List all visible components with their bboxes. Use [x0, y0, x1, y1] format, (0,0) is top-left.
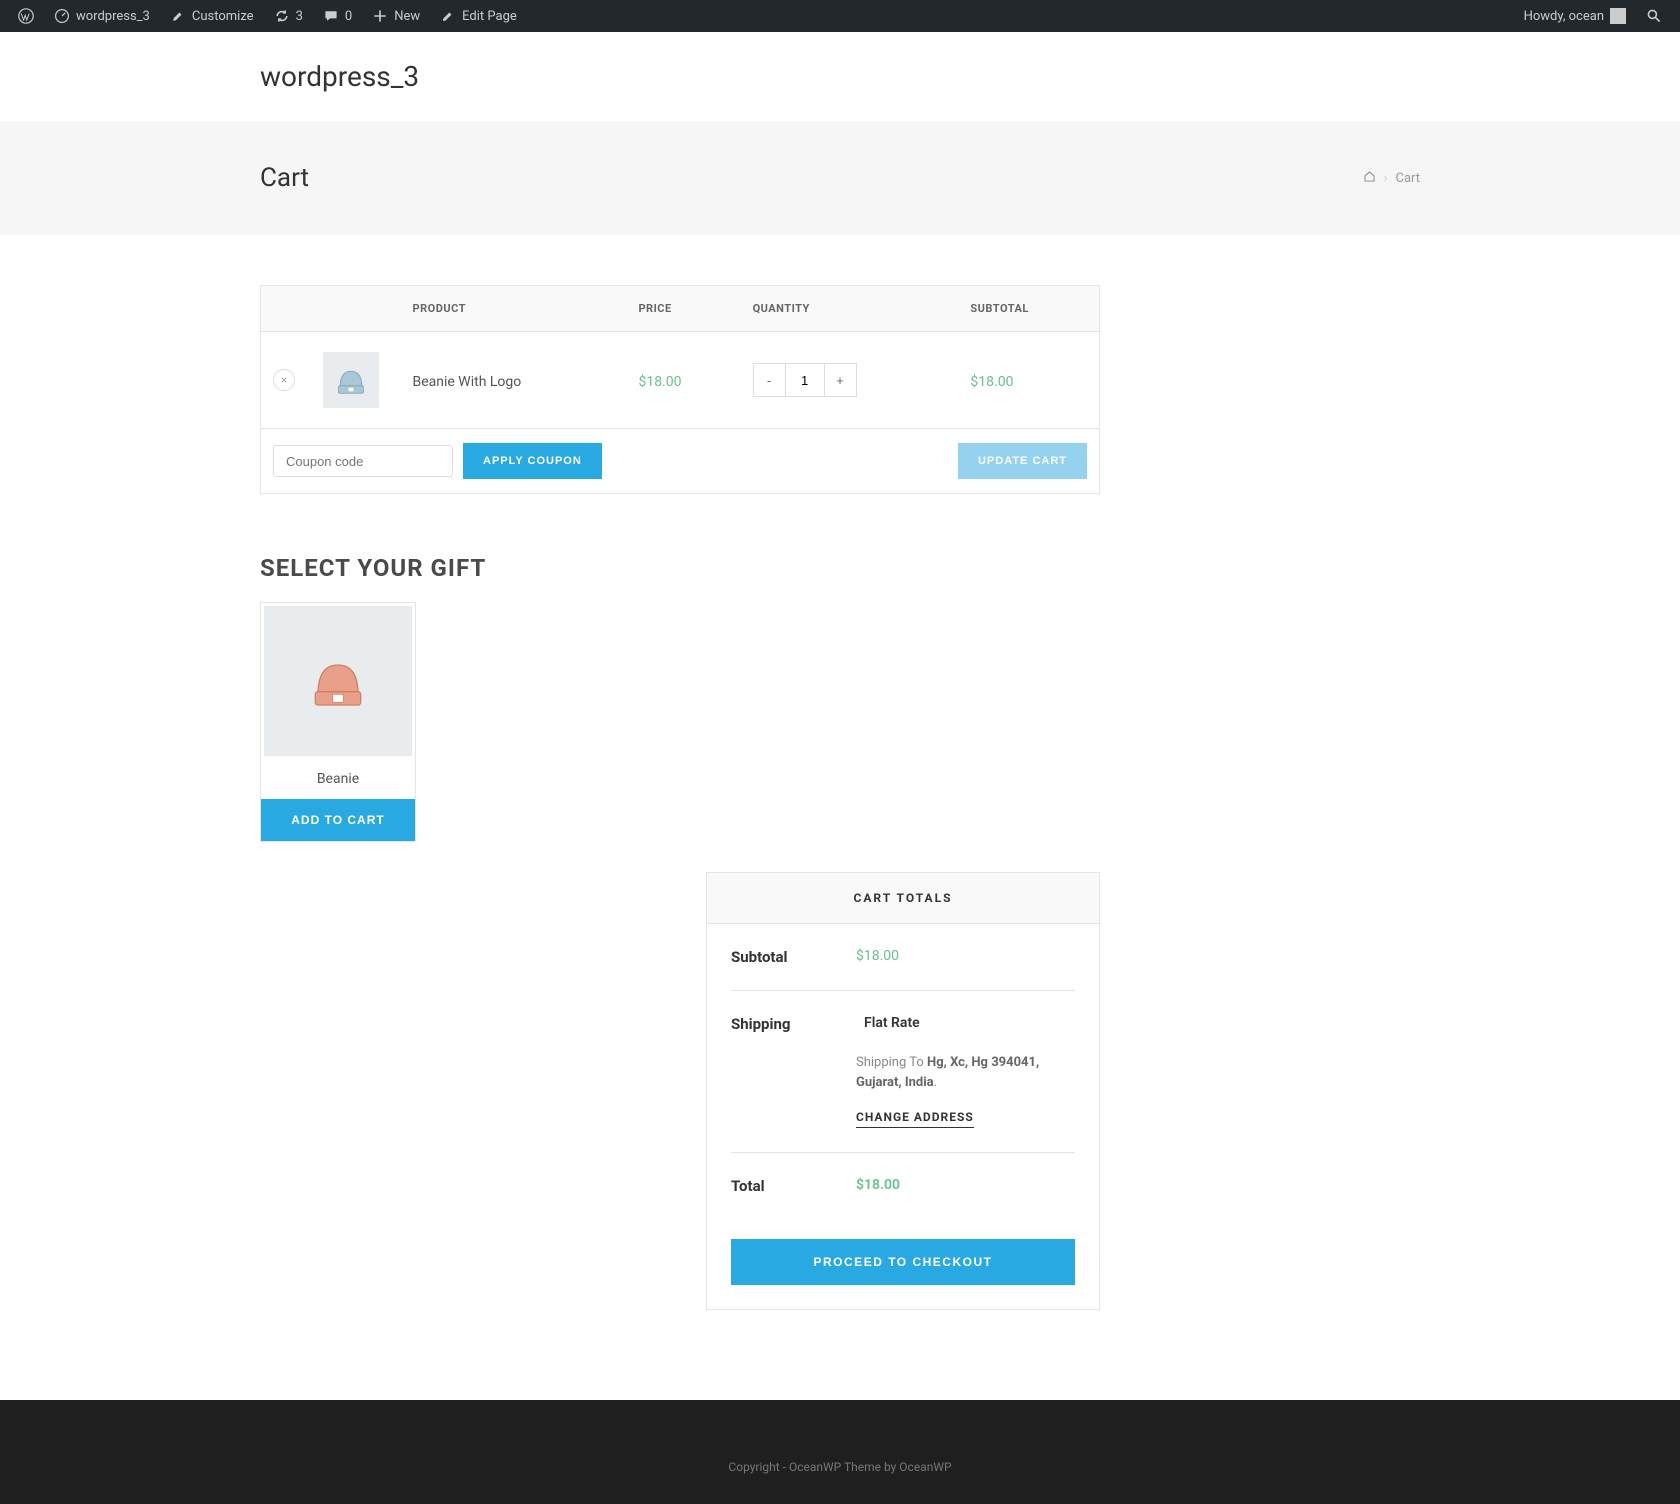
gift-product-name[interactable]: Beanie: [261, 759, 415, 799]
admin-search[interactable]: [1636, 0, 1672, 32]
shipping-method: Flat Rate: [856, 1015, 1075, 1031]
home-icon: [1363, 172, 1376, 187]
beanie-icon: [329, 358, 373, 402]
apply-coupon-button[interactable]: APPLY COUPON: [463, 443, 602, 479]
qty-increase-button[interactable]: +: [824, 364, 856, 396]
cart-table: PRODUCT PRICE QUANTITY SUBTOTAL ×: [260, 285, 1100, 494]
th-quantity: QUANTITY: [741, 286, 959, 332]
proceed-to-checkout-button[interactable]: PROCEED TO CHECKOUT: [731, 1239, 1075, 1285]
breadcrumb-sep: ›: [1384, 171, 1388, 186]
avatar: [1610, 8, 1626, 24]
admin-customize[interactable]: Customize: [160, 0, 264, 32]
footer-copyright: Copyright - OceanWP Theme by OceanWP: [0, 1460, 1680, 1474]
quantity-stepper: - +: [753, 363, 857, 397]
admin-updates-count: 3: [296, 9, 303, 24]
admin-new-label: New: [394, 9, 420, 24]
beanie-icon: [298, 641, 378, 721]
admin-user-menu[interactable]: Howdy, ocean: [1514, 0, 1636, 32]
coupon-input[interactable]: [273, 445, 453, 477]
wp-logo[interactable]: [8, 0, 44, 32]
admin-new[interactable]: New: [362, 0, 430, 32]
gift-card: Beanie ADD TO CART: [260, 602, 416, 842]
comment-icon: [323, 8, 339, 24]
admin-edit-page-label: Edit Page: [462, 9, 517, 24]
wp-admin-bar: wordpress_3 Customize 3 0 New: [0, 0, 1680, 32]
search-icon: [1646, 8, 1662, 24]
admin-comments[interactable]: 0: [313, 0, 362, 32]
product-price: $18.00: [638, 374, 681, 390]
shipping-destination: Shipping To Hg, Xc, Hg 394041, Gujarat, …: [856, 1053, 1075, 1092]
admin-updates[interactable]: 3: [264, 0, 313, 32]
wordpress-icon: [18, 8, 34, 24]
qty-decrease-button[interactable]: -: [754, 364, 786, 396]
dashboard-icon: [54, 8, 70, 24]
plus-icon: [372, 8, 388, 24]
gift-section: SELECT YOUR GIFT Beanie ADD TO CART: [260, 554, 1100, 842]
admin-edit-page[interactable]: Edit Page: [430, 0, 527, 32]
page-title: Cart: [260, 163, 309, 193]
update-cart-button[interactable]: UPDATE CART: [958, 443, 1087, 479]
admin-site-name[interactable]: wordpress_3: [44, 0, 160, 32]
cart-totals-header: CART TOTALS: [707, 873, 1099, 924]
shipping-label: Shipping: [731, 1015, 856, 1128]
total-value: $18.00: [856, 1177, 1075, 1195]
breadcrumb-home[interactable]: [1363, 170, 1376, 187]
admin-howdy-label: Howdy, ocean: [1524, 9, 1604, 24]
product-thumbnail[interactable]: [323, 352, 379, 408]
change-address-link[interactable]: CHANGE ADDRESS: [856, 1110, 974, 1128]
gift-product-image[interactable]: [261, 603, 415, 759]
gift-add-to-cart-button[interactable]: ADD TO CART: [261, 799, 415, 841]
breadcrumb: › Cart: [1363, 170, 1420, 187]
page-header: Cart › Cart: [0, 121, 1680, 235]
cart-row: × Beanie With: [261, 332, 1100, 429]
th-product: PRODUCT: [401, 286, 627, 332]
product-subtotal: $18.00: [970, 374, 1013, 390]
subtotal-label: Subtotal: [731, 948, 856, 966]
admin-customize-label: Customize: [192, 9, 254, 24]
th-subtotal: SUBTOTAL: [958, 286, 1099, 332]
cart-totals: CART TOTALS Subtotal $18.00 Shipping Fla…: [706, 872, 1100, 1310]
brush-icon: [170, 8, 186, 24]
th-price: PRICE: [626, 286, 740, 332]
close-icon: ×: [280, 373, 287, 387]
qty-input[interactable]: [786, 364, 824, 396]
update-icon: [274, 8, 290, 24]
remove-item-button[interactable]: ×: [273, 369, 295, 391]
pencil-icon: [440, 8, 456, 24]
site-title[interactable]: wordpress_3: [260, 60, 1420, 93]
subtotal-value: $18.00: [856, 948, 1075, 966]
admin-site-name-label: wordpress_3: [76, 9, 150, 24]
admin-comments-count: 0: [345, 9, 352, 24]
site-footer: Copyright - OceanWP Theme by OceanWP: [0, 1400, 1680, 1504]
breadcrumb-current: Cart: [1395, 171, 1420, 186]
total-label: Total: [731, 1177, 856, 1195]
gift-title: SELECT YOUR GIFT: [260, 554, 1100, 582]
product-name[interactable]: Beanie With Logo: [413, 374, 522, 390]
